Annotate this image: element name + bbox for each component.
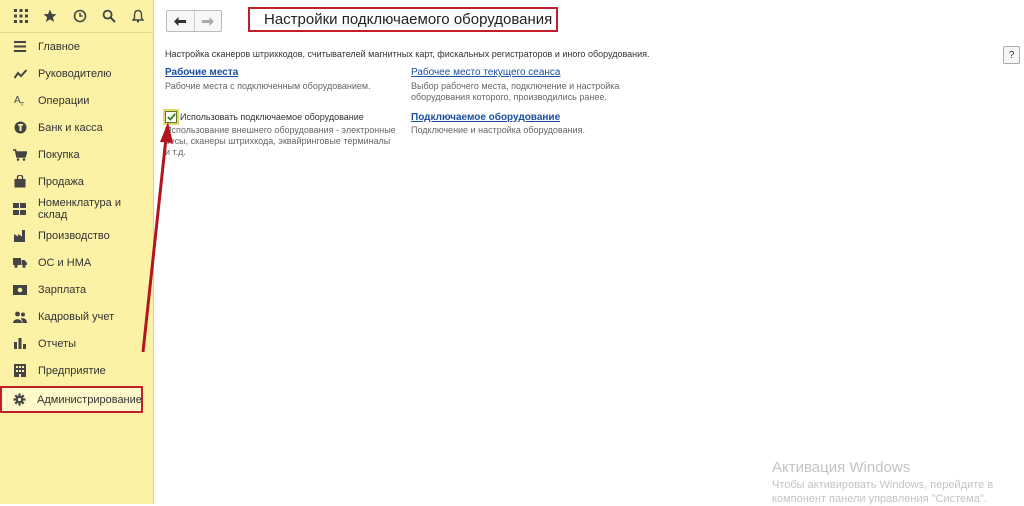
sidebar-toolbar [0,0,153,33]
connected-equipment-description: Подключение и настройка оборудования. [411,125,585,135]
arrow-left-icon [174,16,187,26]
operations-icon: Aт [13,94,27,108]
svg-text:т: т [20,100,24,107]
help-button[interactable]: ? [1003,46,1020,64]
windows-activation-text: Чтобы активировать Windows, перейдите в … [772,479,994,505]
sidebar-item-label: Производство [38,229,110,242]
sidebar-item-operations[interactable]: Aт Операции [0,87,153,114]
cart-icon [13,148,27,162]
sidebar-item-label: Зарплата [38,283,87,296]
trend-line-icon [13,67,27,81]
sidebar-item-label: Предприятие [38,364,106,377]
gear-icon [13,393,26,407]
sidebar-item-label: Главное [38,40,81,53]
sidebar-item-label: ОС и НМА [38,256,92,269]
sidebar-item-nomenclature[interactable]: Номенклатура и склад [0,195,153,222]
sidebar-item-production[interactable]: Производство [0,222,153,249]
history-icon[interactable] [65,2,94,30]
sidebar-item-enterprise[interactable]: Предприятие [0,357,153,384]
money-icon [13,283,27,297]
sidebar-item-reports[interactable]: Отчеты [0,330,153,357]
sidebar-item-label: Продажа [38,175,84,188]
current-session-description: Выбор рабочего места, подключение и наст… [411,81,620,102]
sidebar-item-purchase[interactable]: Покупка [0,141,153,168]
sidebar-item-hr[interactable]: Кадровый учет [0,303,153,330]
truck-icon [13,256,27,270]
menu-lines-icon [13,40,27,54]
sidebar-item-label: Отчеты [38,337,77,350]
workplaces-link[interactable]: Рабочие места [165,67,397,78]
intro-text: Настройка сканеров штрихкодов, считывате… [165,49,650,59]
sidebar-item-label: Операции [38,94,90,107]
sidebar-item-label: Покупка [38,148,80,161]
current-session-link[interactable]: Рабочее место текущего сеанса [411,67,621,78]
navigation-buttons [166,10,222,32]
windows-activation-title: Активация Windows [772,459,911,476]
building-icon [13,364,27,378]
sidebar-item-label: Администрирование [37,393,142,406]
sidebar-item-bank[interactable]: Банк и касса [0,114,153,141]
use-equipment-description: Использование внешнего оборудования - эл… [165,125,396,157]
use-equipment-label[interactable]: Использовать подключаемое оборудование [180,112,364,122]
people-icon [13,310,27,324]
sidebar-item-label: Кадровый учет [38,310,115,323]
current-session-section: Рабочее место текущего сеанса Выбор рабо… [411,67,621,103]
bell-icon[interactable] [124,2,153,30]
page-title: Настройки подключаемого оборудования [248,7,558,32]
sidebar-item-sales[interactable]: Продажа [0,168,153,195]
use-equipment-row: Использовать подключаемое оборудование [163,109,397,125]
sidebar-item-administration[interactable]: Администрирование [0,386,143,413]
star-icon[interactable] [35,2,64,30]
use-equipment-checkbox[interactable] [163,109,179,125]
use-equipment-section: Использовать подключаемое оборудование И… [163,109,397,158]
forward-button[interactable] [193,11,222,31]
bar-chart-icon [13,337,27,351]
sidebar-item-label: Руководителю [38,67,112,80]
sidebar-item-manager[interactable]: Руководителю [0,60,153,87]
bag-icon [13,175,27,189]
coin-icon [13,121,27,135]
connected-equipment-link[interactable]: Подключаемое оборудование [411,112,621,123]
boxes-icon [13,202,27,216]
checkmark-icon [166,113,176,121]
sidebar-item-salary[interactable]: Зарплата [0,276,153,303]
sidebar-item-label: Банк и касса [38,121,103,134]
sidebar-menu: Главное Руководителю Aт Операции Банк и … [0,33,153,413]
sidebar-item-main[interactable]: Главное [0,33,153,60]
arrow-right-icon [201,16,214,26]
workplaces-description: Рабочие места с подключенным оборудовани… [165,81,371,91]
apps-grid-icon[interactable] [6,2,35,30]
factory-icon [13,229,27,243]
back-button[interactable] [167,11,194,31]
sidebar-item-fixed-assets[interactable]: ОС и НМА [0,249,153,276]
main-content: Настройки подключаемого оборудования ? Н… [155,0,1024,504]
search-icon[interactable] [94,2,123,30]
sidebar: Главное Руководителю Aт Операции Банк и … [0,0,154,504]
sidebar-item-label: Номенклатура и склад [37,196,121,221]
connected-equipment-section: Подключаемое оборудование Подключение и … [411,112,621,136]
workplaces-section: Рабочие места Рабочие места с подключенн… [165,67,397,92]
